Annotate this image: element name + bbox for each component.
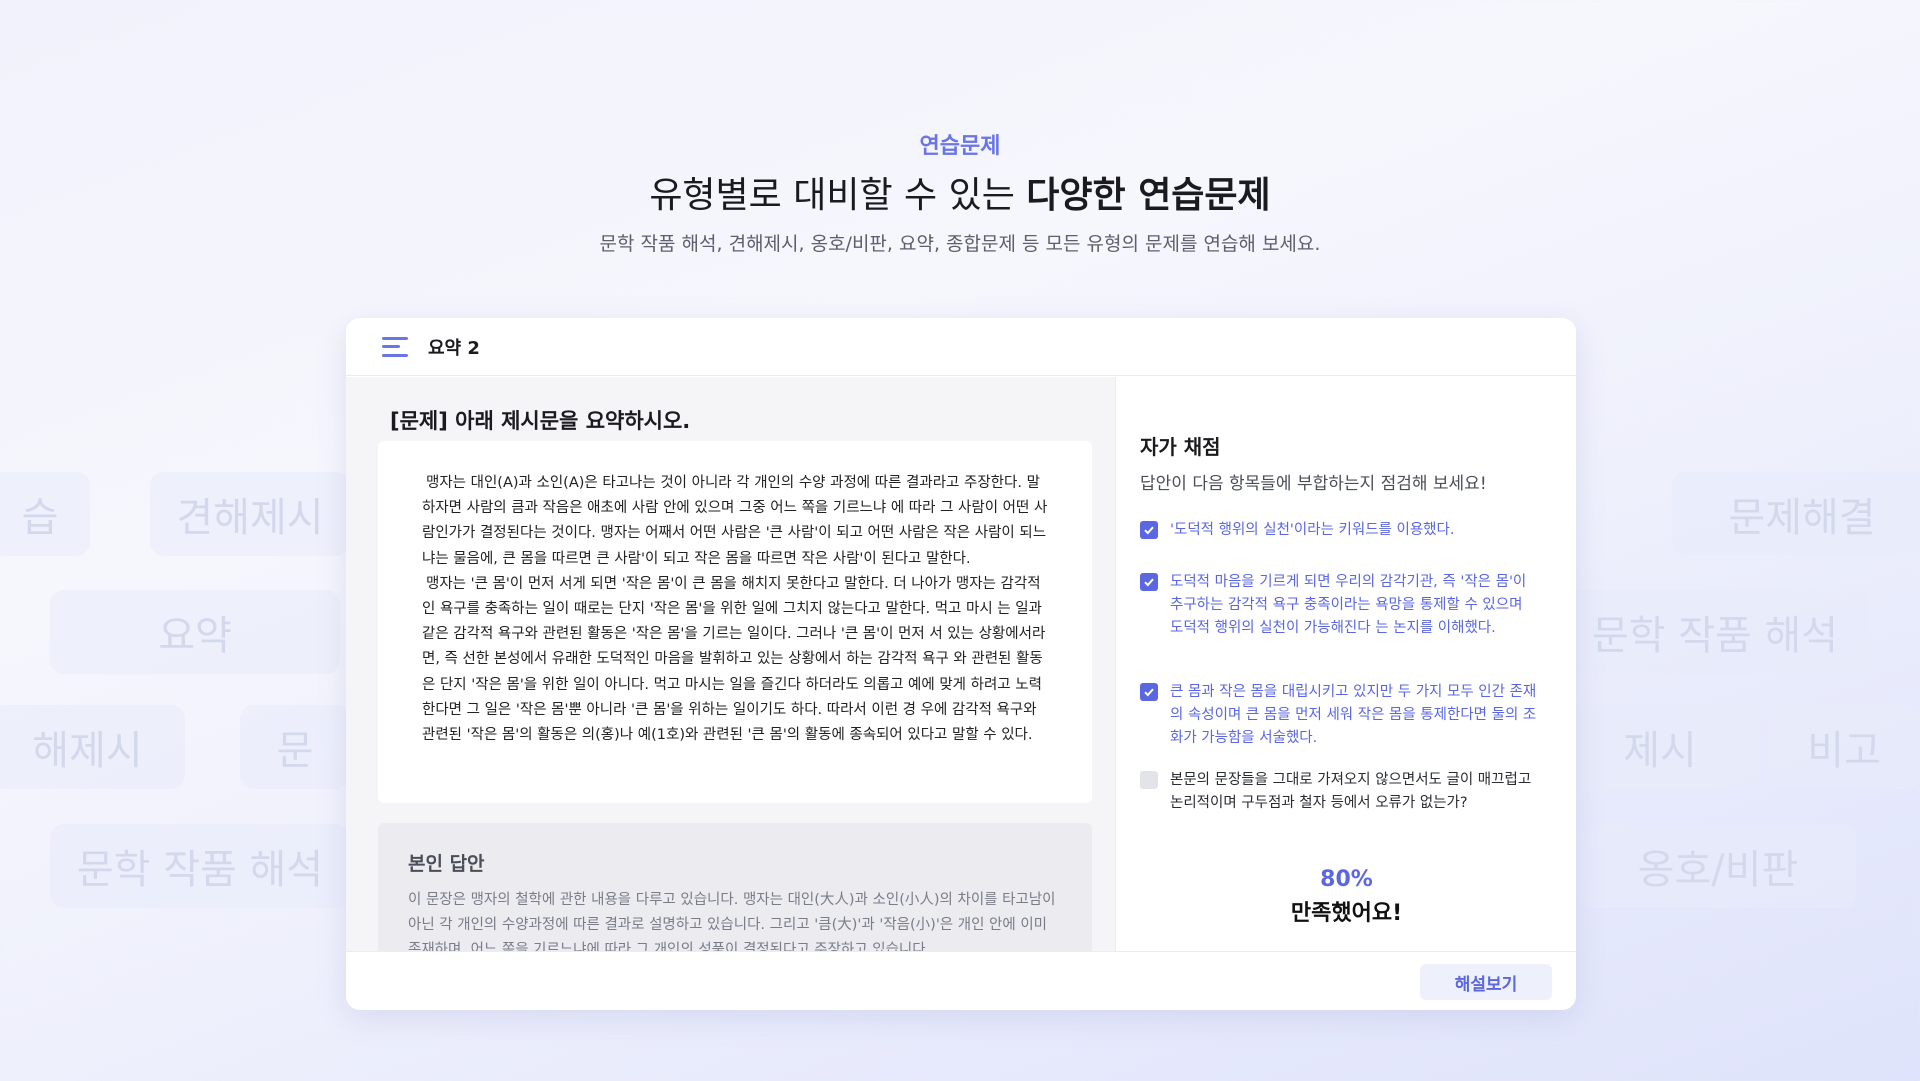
bg-chip: 문학 작품 해석 [1560, 590, 1870, 674]
my-answer-title: 본인 답안 [408, 853, 485, 875]
self-grade-subtitle: 답안이 다음 항목들에 부합하는지 점검해 보세요! [1140, 474, 1487, 494]
headline-strong: 다양한 연습문제 [1026, 175, 1271, 216]
hamburger-menu-icon[interactable] [382, 336, 408, 357]
view-explanation-button[interactable]: 해설보기 [1420, 964, 1552, 1000]
my-answer-box[interactable]: 본인 답안 이 문장은 맹자의 철학에 관한 내용을 다루고 있습니다. 맹자는… [378, 823, 1092, 951]
passage-paragraph: 맹자는 대인(A)과 소인(A)은 타고나는 것이 아니라 각 개인의 수양 과… [422, 475, 1048, 567]
section-subline: 문학 작품 해석, 견해제시, 옹호/비판, 요약, 종합문제 등 모든 유형의… [599, 233, 1321, 255]
question-prompt: [문제] 아래 제시문을 요약하시오. [390, 409, 691, 433]
bg-chip: 요약 [50, 590, 340, 674]
checklist-item[interactable]: '도덕적 행위의 실천'이라는 키워드를 이용했다. [1140, 519, 1540, 542]
score-percent: 80% [1320, 867, 1373, 892]
window-footer: 해설보기 [346, 951, 1576, 1010]
window-header: 요약 2 [346, 318, 1576, 376]
checkbox-checked-icon[interactable] [1140, 573, 1158, 591]
window-title: 요약 2 [428, 337, 480, 359]
headline-regular: 유형별로 대비할 수 있는 [649, 175, 1027, 216]
bg-chip: 문 [240, 705, 350, 789]
bg-chip: 견해제시 [150, 472, 350, 556]
checklist-item[interactable]: 본문의 문장들을 그대로 가져오지 않으면서도 글이 매끄럽고 논리적이며 구두… [1140, 769, 1540, 815]
bg-chip: 비고 [1768, 705, 1920, 789]
checklist-item-text: '도덕적 행위의 실천'이라는 키워드를 이용했다. [1170, 522, 1455, 538]
bg-chip: 옹호/비판 [1580, 824, 1856, 908]
checkbox-checked-icon[interactable] [1140, 521, 1158, 539]
self-grade-pane: 자가 채점 답안이 다음 항목들에 부합하는지 점검해 보세요! '도덕적 행위… [1115, 377, 1576, 951]
checklist-item-text: 본문의 문장들을 그대로 가져오지 않으면서도 글이 매끄럽고 논리적이며 구두… [1170, 772, 1532, 811]
practice-window: 요약 2 [문제] 아래 제시문을 요약하시오. 맹자는 대인(A)과 소인(A… [346, 318, 1576, 1010]
checklist-item[interactable]: 도덕적 마음을 기르게 되면 우리의 감각기관, 즉 '작은 몸'이 추구하는 … [1140, 571, 1540, 640]
checklist-item-text: 큰 몸과 작은 몸을 대립시키고 있지만 두 가지 모두 인간 존재의 속성이며… [1170, 684, 1537, 746]
checklist-item-text: 도덕적 마음을 기르게 되면 우리의 감각기관, 즉 '작은 몸'이 추구하는 … [1170, 574, 1527, 636]
bg-chip: 습 [0, 472, 90, 556]
section-headline: 유형별로 대비할 수 있는 다양한 연습문제 [0, 166, 1920, 218]
question-pane[interactable]: [문제] 아래 제시문을 요약하시오. 맹자는 대인(A)과 소인(A)은 타고… [346, 377, 1115, 951]
my-answer-text: 이 문장은 맹자의 철학에 관한 내용을 다루고 있습니다. 맹자는 대인(大人… [408, 892, 1056, 951]
self-grade-title: 자가 채점 [1140, 435, 1221, 459]
bg-chip: 문학 작품 해석 [50, 824, 350, 908]
score-message: 만족했어요! [1290, 901, 1403, 926]
bg-chip: 해제시 [0, 705, 185, 789]
section-eyebrow: 연습문제 [919, 134, 1001, 159]
passage-box: 맹자는 대인(A)과 소인(A)은 타고나는 것이 아니라 각 개인의 수양 과… [378, 441, 1092, 803]
bg-chip: 제시 [1560, 705, 1760, 789]
checkbox-checked-icon[interactable] [1140, 683, 1158, 701]
passage-paragraph: 맹자는 '큰 몸'이 먼저 서게 되면 '작은 몸'이 큰 몸을 해치지 못한다… [422, 575, 1046, 744]
checkbox-unchecked-icon[interactable] [1140, 771, 1158, 789]
checklist-item[interactable]: 큰 몸과 작은 몸을 대립시키고 있지만 두 가지 모두 인간 존재의 속성이며… [1140, 681, 1540, 750]
bg-chip: 문제해결 [1672, 472, 1920, 556]
